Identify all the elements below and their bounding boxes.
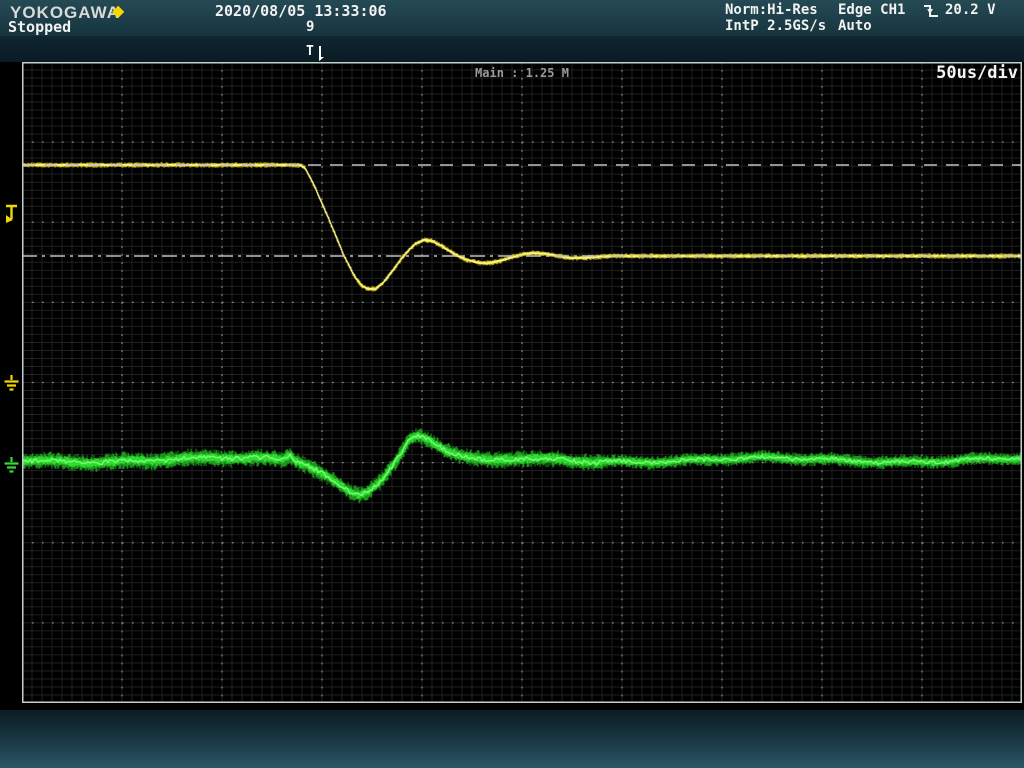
measurement-bar: V127.20 V V215.90 V ΔV11.30 V Max(C1)27.…	[0, 710, 1024, 768]
falling-edge-icon	[922, 4, 940, 23]
oscilloscope-screen: YOKOGAWA ◆ 2020/08/05 13:33:06 Stopped 9…	[0, 0, 1024, 768]
acquisition-count: 9	[306, 19, 315, 35]
acquisition-status: Stopped	[8, 18, 72, 36]
trigger-position-marker[interactable]: T	[306, 44, 330, 62]
channel-bar: 110.0 V/div250.0mV/div3200mV/div4200mV/d…	[0, 36, 1024, 62]
record-length-info: Main : 1.25 M	[475, 66, 569, 80]
waveform-display	[22, 62, 1022, 703]
trigger-source: Edge CH1	[838, 2, 906, 18]
trigger-mode: Auto	[838, 18, 872, 34]
status-bar: YOKOGAWA ◆ 2020/08/05 13:33:06 Stopped 9…	[0, 0, 1024, 36]
brand-diamond-icon: ◆	[112, 1, 125, 20]
sample-rate: IntP 2.5GS/s	[725, 18, 827, 34]
acquisition-mode: Norm:Hi-Res	[725, 2, 818, 18]
timebase-setting: 50us/div	[936, 63, 1018, 83]
trigger-level: 20.2 V	[945, 2, 996, 18]
ch2-ground-marker[interactable]	[3, 456, 20, 479]
datetime: 2020/08/05 13:33:06	[215, 2, 387, 20]
waveform-canvas	[22, 62, 1022, 703]
ch1-ground-marker[interactable]	[3, 374, 20, 397]
trigger-level-marker[interactable]	[4, 204, 20, 228]
